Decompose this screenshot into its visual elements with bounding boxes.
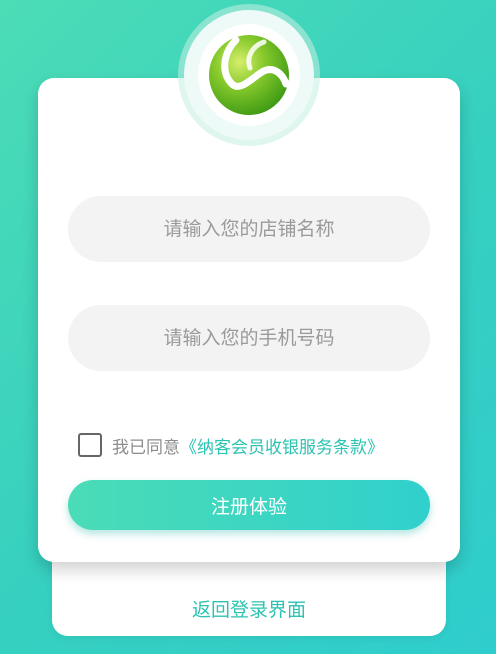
- agreement-checkbox[interactable]: [78, 433, 102, 457]
- logo-inner-circle: [198, 24, 300, 126]
- back-to-login-link[interactable]: 返回登录界面: [52, 595, 446, 622]
- store-name-input[interactable]: [68, 196, 430, 262]
- logo-badge: [184, 10, 314, 140]
- terms-link[interactable]: 《纳客会员收银服务条款》: [180, 433, 384, 458]
- agreement-row: 我已同意 《纳客会员收银服务条款》: [78, 430, 384, 460]
- register-button[interactable]: 注册体验: [68, 480, 430, 530]
- tennis-ball-logo-icon: [209, 35, 290, 115]
- phone-number-input[interactable]: [68, 305, 430, 371]
- register-card: 我已同意 《纳客会员收银服务条款》 注册体验: [38, 78, 460, 562]
- agreement-prefix: 我已同意: [112, 437, 180, 458]
